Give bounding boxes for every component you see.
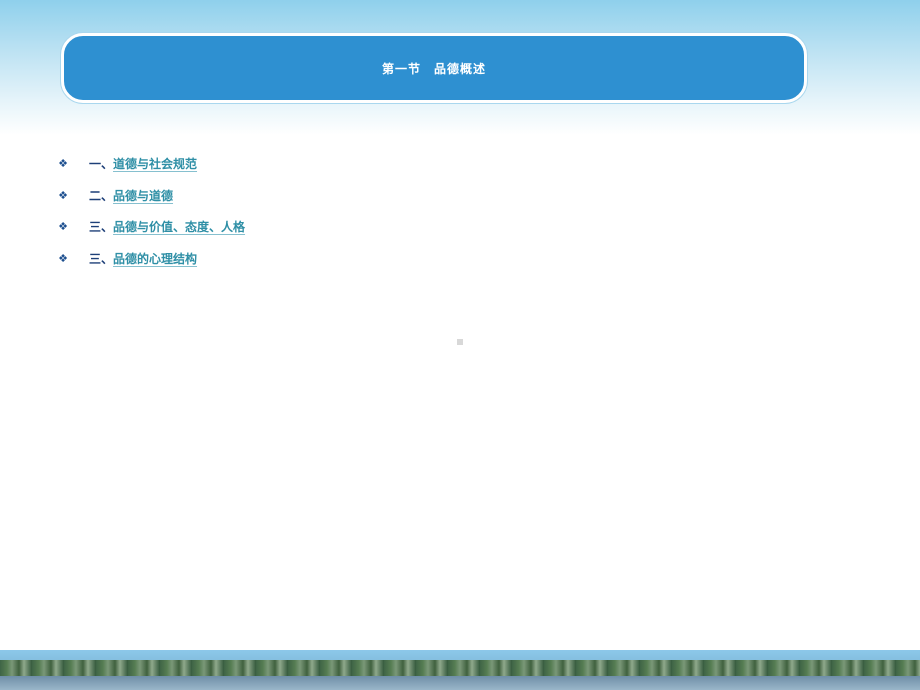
shoreline-graphic: [0, 660, 920, 676]
slide-title: 第一节 品德概述: [381, 61, 486, 76]
outline-item: ❖ 二、 品德与道德: [55, 180, 555, 212]
water-graphic: [0, 676, 920, 690]
outline-item: ❖ 三、 品德的心理结构: [55, 243, 555, 275]
diamond-bullet-icon: ❖: [58, 157, 68, 171]
outline-list: ❖ 一、 道德与社会规范 ❖ 二、 品德与道德 ❖ 三、 品德与价值、态度、人格…: [55, 148, 555, 274]
title-banner: 第一节 品德概述: [61, 33, 807, 103]
footer-landscape-strip: [0, 650, 920, 690]
outline-item-number: 二、: [89, 188, 114, 203]
outline-item-number: 三、: [89, 220, 114, 235]
outline-link-character-psychological-structure[interactable]: 品德的心理结构: [113, 250, 197, 267]
diamond-bullet-icon: ❖: [58, 188, 68, 202]
outline-item: ❖ 一、 道德与社会规范: [55, 148, 555, 180]
outline-item: ❖ 三、 品德与价值、态度、人格: [55, 211, 555, 243]
outline-item-number: 三、: [89, 251, 114, 266]
diamond-bullet-icon: ❖: [58, 220, 68, 234]
outline-item-number: 一、: [89, 157, 114, 172]
placeholder-marker: [457, 339, 463, 345]
outline-link-character-and-morality[interactable]: 品德与道德: [113, 187, 173, 204]
outline-link-character-values-attitude-personality[interactable]: 品德与价值、态度、人格: [113, 218, 245, 235]
diamond-bullet-icon: ❖: [58, 251, 68, 265]
outline-link-moral-social-norms[interactable]: 道德与社会规范: [113, 155, 197, 172]
